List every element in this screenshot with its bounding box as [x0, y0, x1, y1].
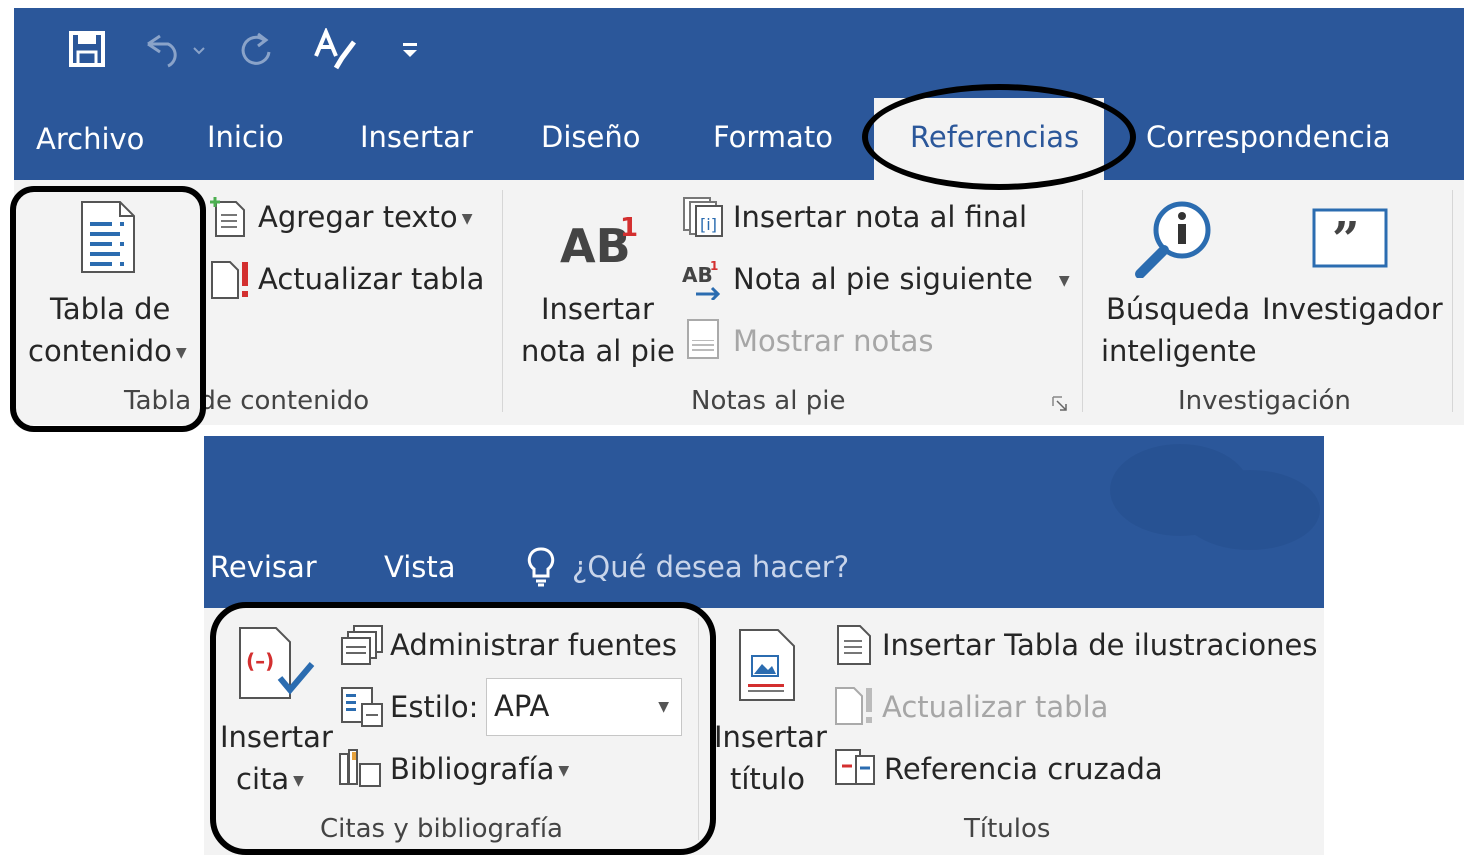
researcher-icon: ”	[1312, 208, 1388, 268]
spelling-icon[interactable]	[312, 26, 358, 72]
cross-reference-button[interactable]: Referencia cruzada	[884, 752, 1163, 786]
toc-button-line1[interactable]: Tabla de	[50, 292, 170, 326]
group-separator	[1082, 190, 1083, 412]
bibliography-label: Bibliografía	[390, 752, 555, 786]
dialog-launcher-icon[interactable]	[1052, 396, 1068, 412]
insert-footnote-icon: AB 1	[560, 210, 640, 273]
save-icon[interactable]	[68, 30, 106, 68]
update-table-icon	[834, 686, 876, 726]
researcher-button[interactable]: Investigador	[1262, 292, 1443, 326]
tab-diseno[interactable]: Diseño	[541, 120, 640, 154]
insert-endnote-button[interactable]: Insertar nota al final	[733, 200, 1027, 234]
group-separator	[502, 190, 503, 412]
insert-caption-icon	[738, 628, 798, 702]
update-table-button[interactable]: Actualizar tabla	[258, 262, 484, 296]
tab-correspondencia[interactable]: Correspondencia	[1146, 120, 1391, 154]
style-select[interactable]: APA ▼	[486, 678, 682, 736]
insert-citation-label2: cita	[236, 762, 290, 796]
manage-sources-button[interactable]: Administrar fuentes	[390, 628, 677, 662]
next-footnote-icon: AB 1	[682, 258, 728, 302]
insert-caption-line1[interactable]: Insertar	[714, 720, 827, 754]
dropdown-arrow-icon: ▼	[293, 773, 304, 789]
manage-sources-icon	[340, 624, 384, 666]
add-text-label: Agregar texto	[258, 200, 458, 234]
tab-insertar[interactable]: Insertar	[360, 120, 473, 154]
toc-button-label2: contenido	[28, 334, 172, 368]
toc-button-line2[interactable]: contenido ▼	[28, 334, 187, 368]
add-text-icon	[208, 196, 246, 238]
dropdown-arrow-icon: ▼	[461, 211, 473, 227]
dropdown-arrow-icon: ▼	[1058, 273, 1070, 289]
next-footnote-label: Nota al pie siguiente	[733, 262, 1033, 296]
group-label-citations: Citas y bibliografía	[320, 814, 563, 844]
tab-archivo[interactable]: Archivo	[36, 122, 144, 156]
svg-text:AB: AB	[682, 263, 713, 287]
redo-icon[interactable]	[236, 30, 276, 68]
cloud-decoration	[1100, 440, 1320, 600]
update-table-captions-button[interactable]: Actualizar tabla	[882, 690, 1108, 724]
cross-reference-icon	[834, 746, 878, 788]
next-footnote-button[interactable]: Nota al pie siguiente ▼	[733, 262, 1070, 296]
table-of-contents-icon	[80, 200, 136, 274]
svg-text:(–): (–)	[246, 649, 274, 673]
tab-formato[interactable]: Formato	[713, 120, 833, 154]
smart-lookup-icon	[1134, 198, 1216, 279]
insert-citation-icon: (–)	[238, 626, 318, 702]
chevron-down-icon: ▼	[658, 699, 669, 715]
insert-endnote-icon: [i]	[682, 196, 726, 238]
tab-referencias[interactable]: Referencias	[910, 120, 1079, 154]
group-label-footnotes: Notas al pie	[691, 386, 846, 416]
style-select-value: APA	[494, 689, 550, 723]
update-table-icon	[210, 260, 252, 300]
add-text-button[interactable]: Agregar texto ▼	[258, 200, 472, 234]
bibliography-icon	[338, 746, 384, 788]
title-bar	[14, 8, 1464, 180]
tab-revisar[interactable]: Revisar	[210, 550, 317, 584]
group-label-research: Investigación	[1178, 386, 1351, 416]
group-label-toc: Tabla de contenido	[124, 386, 370, 416]
insert-caption-line2[interactable]: título	[730, 762, 805, 796]
lightbulb-icon	[526, 546, 556, 588]
show-notes-button[interactable]: Mostrar notas	[733, 324, 933, 358]
insert-footnote-line1[interactable]: Insertar	[541, 292, 654, 326]
smart-lookup-line2[interactable]: inteligente	[1101, 334, 1257, 368]
svg-text:1: 1	[620, 213, 638, 243]
group-separator	[698, 618, 699, 840]
insert-citation-line2[interactable]: cita ▼	[236, 762, 304, 796]
group-separator	[1452, 190, 1453, 412]
insert-table-of-figures-button[interactable]: Insertar Tabla de ilustraciones	[882, 628, 1317, 662]
tell-me-search[interactable]: ¿Qué desea hacer?	[572, 550, 849, 584]
style-label: Estilo:	[390, 690, 479, 724]
tab-vista[interactable]: Vista	[384, 550, 456, 584]
insert-table-of-figures-icon	[836, 624, 872, 666]
smart-lookup-line1[interactable]: Búsqueda	[1106, 292, 1250, 326]
undo-icon[interactable]	[140, 32, 206, 68]
style-icon	[340, 686, 384, 728]
group-label-captions: Títulos	[964, 814, 1051, 844]
svg-text:[i]: [i]	[700, 215, 717, 234]
customize-qat-icon[interactable]	[400, 40, 420, 60]
dropdown-arrow-icon: ▼	[558, 763, 570, 779]
bibliography-button[interactable]: Bibliografía ▼	[390, 752, 569, 786]
dropdown-arrow-icon: ▼	[175, 345, 187, 361]
insert-citation-line1[interactable]: Insertar	[220, 720, 333, 754]
show-notes-icon	[686, 318, 720, 360]
svg-text:”: ”	[1332, 212, 1360, 268]
insert-footnote-line2[interactable]: nota al pie	[521, 334, 675, 368]
tab-inicio[interactable]: Inicio	[207, 120, 284, 154]
svg-text:1: 1	[710, 259, 718, 273]
